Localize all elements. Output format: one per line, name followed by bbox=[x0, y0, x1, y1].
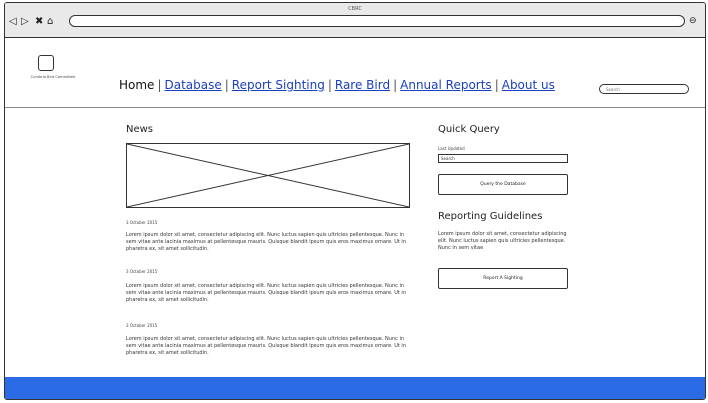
forward-icon[interactable]: ▷ bbox=[21, 17, 29, 27]
guidelines-title: Reporting Guidelines bbox=[438, 211, 543, 222]
nav-report-sighting[interactable]: Report Sighting bbox=[232, 78, 325, 92]
main-nav: Home | Database | Report Sighting | Rare… bbox=[119, 78, 555, 92]
footer-bar bbox=[5, 377, 705, 399]
guidelines-text: Lorem ipsum dolor sit amet, consectetur … bbox=[438, 231, 567, 252]
window-title: CBRC bbox=[348, 6, 362, 12]
search-input[interactable] bbox=[599, 84, 689, 94]
image-placeholder bbox=[126, 143, 410, 208]
news-text: Lorem ipsum dolor sit amet, consectetur … bbox=[126, 283, 406, 304]
nav-separator: | bbox=[224, 78, 229, 92]
last-updated-label: Last Updated bbox=[438, 146, 465, 151]
logo-caption: Cumbria Bird Committee bbox=[30, 75, 76, 79]
news-text: Lorem ipsum dolor sit amet, consectetur … bbox=[126, 336, 406, 357]
news-text: Lorem ipsum dolor sit amet, consectetur … bbox=[126, 232, 406, 253]
nav-about-us[interactable]: About us bbox=[502, 78, 555, 92]
news-date: 3 October 2015 bbox=[126, 269, 158, 274]
nav-annual-reports[interactable]: Annual Reports bbox=[400, 78, 492, 92]
back-icon[interactable]: ◁ bbox=[9, 17, 17, 27]
browser-chrome: CBRC ◁ ▷ ✖ ⌂ ⊖ bbox=[5, 3, 705, 38]
nav-rare-bird[interactable]: Rare Bird bbox=[335, 78, 390, 92]
report-sighting-button[interactable]: Report A Sighting bbox=[438, 268, 568, 289]
last-updated-field[interactable] bbox=[438, 154, 568, 163]
close-icon[interactable]: ✖ bbox=[35, 17, 43, 27]
browser-window: CBRC ◁ ▷ ✖ ⌂ ⊖ Cumbria Bird Committee Ho… bbox=[4, 2, 706, 400]
header-divider bbox=[5, 107, 705, 108]
zoom-icon[interactable]: ⊖ bbox=[689, 17, 697, 26]
nav-separator: | bbox=[327, 78, 332, 92]
home-icon[interactable]: ⌂ bbox=[47, 17, 53, 27]
nav-separator: | bbox=[157, 78, 162, 92]
nav-separator: | bbox=[393, 78, 398, 92]
address-bar[interactable] bbox=[69, 15, 685, 27]
news-title: News bbox=[126, 124, 154, 135]
quick-query-title: Quick Query bbox=[438, 124, 500, 135]
nav-separator: | bbox=[494, 78, 499, 92]
news-date: 3 October 2015 bbox=[126, 220, 158, 225]
query-database-button[interactable]: Query the Database bbox=[438, 174, 568, 195]
nav-database[interactable]: Database bbox=[164, 78, 221, 92]
logo-icon[interactable] bbox=[38, 55, 54, 71]
nav-home[interactable]: Home bbox=[119, 78, 154, 92]
news-date: 3 October 2015 bbox=[126, 323, 158, 328]
